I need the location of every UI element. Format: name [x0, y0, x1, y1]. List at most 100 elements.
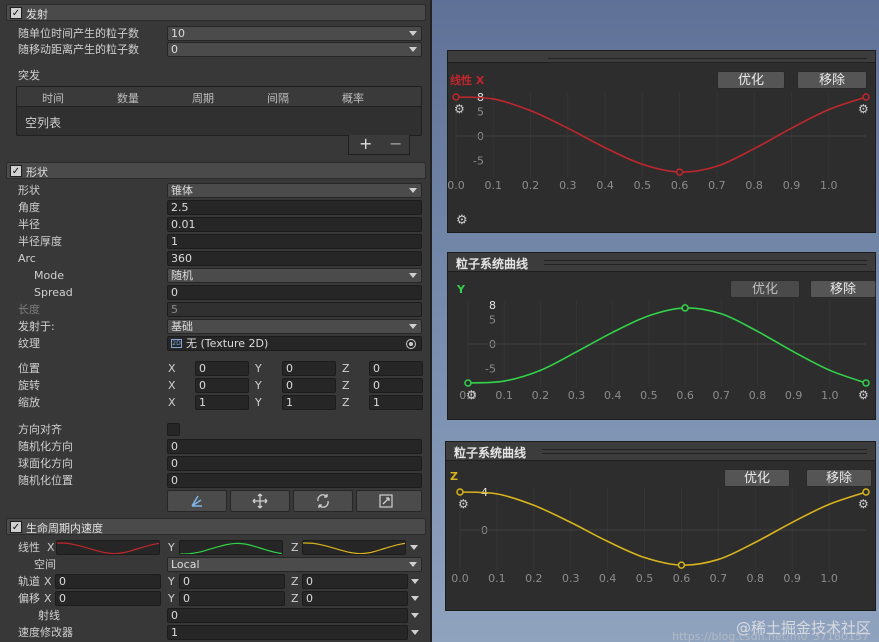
scale-z-input[interactable]: 1	[369, 395, 423, 410]
rotation-y-input[interactable]: 0	[282, 378, 336, 393]
curve-panel-y-titlebar[interactable]: 粒子系统曲线	[448, 253, 875, 272]
mode-dropdown[interactable]: 随机	[167, 268, 422, 283]
rate-over-time-field[interactable]: 10	[167, 26, 422, 41]
randomize-direction-input[interactable]: 0	[167, 439, 422, 454]
remove-button-z[interactable]: 移除	[806, 469, 872, 487]
emit-from-dropdown[interactable]: 基础	[167, 319, 422, 334]
x-tick-label: 0.6	[673, 572, 691, 585]
curve-panel-x: 线性 X 优化 移除 0.0 0.1 0.2 0.3 0.4 0.5 0.6 0.7 0.8 0.…	[447, 50, 877, 279]
position-y-input[interactable]: 0	[282, 361, 336, 376]
shape-section-header[interactable]: ✓ 形状	[6, 162, 426, 179]
space-dropdown[interactable]: Local	[167, 557, 422, 572]
curve-z-plot[interactable]: 0.00.10.20.30.40.50.60.70.80.91.040⚙⚙	[446, 486, 877, 596]
rate-over-distance-field[interactable]: 0	[167, 42, 422, 57]
bursts-label: 突发	[18, 69, 40, 82]
offset-z-input[interactable]: 0	[302, 591, 408, 606]
radius-input[interactable]: 0.01	[167, 217, 422, 232]
offset-mode-chevron-down-icon[interactable]	[411, 596, 419, 601]
remove-burst-button[interactable]: −	[389, 134, 402, 153]
linear-z-curve-field[interactable]	[302, 540, 406, 555]
curve-left-gear-icon: ⚙	[466, 388, 477, 402]
emission-enabled-checkbox[interactable]: ✓	[10, 7, 22, 19]
add-burst-button[interactable]: +	[359, 134, 372, 153]
offset-y-input[interactable]: 0	[179, 591, 285, 606]
speed-modifier-input[interactable]: 1	[167, 625, 408, 640]
velocity-enabled-checkbox[interactable]: ✓	[10, 521, 22, 533]
x-tick-label: 0.9	[783, 179, 801, 192]
randomize-position-input[interactable]: 0	[167, 473, 422, 488]
curve-left-gear-icon: ⚙	[454, 102, 465, 116]
texture-field[interactable]: 2D 无 (Texture 2D)	[167, 336, 422, 351]
curve-key	[456, 488, 464, 496]
scale-tool-button[interactable]	[356, 490, 422, 512]
x-tick-label: 0.0	[451, 572, 469, 585]
linear-x-mini-curve	[57, 542, 159, 554]
position-z-input[interactable]: 0	[369, 361, 423, 376]
arc-input[interactable]: 360	[167, 251, 422, 266]
orbital-x-input[interactable]: 0	[55, 574, 161, 589]
radial-mode-chevron-down-icon[interactable]	[411, 613, 419, 618]
radius-label: 半径	[18, 218, 40, 231]
curve-x-settings-gear-icon[interactable]: ⚙	[456, 213, 468, 228]
optimize-button-z[interactable]: 优化	[724, 469, 790, 487]
x-tick-label: 0.1	[495, 389, 513, 402]
remove-button-y[interactable]: 移除	[810, 280, 876, 298]
velocity-section-header[interactable]: ✓ 生命周期内速度	[6, 518, 426, 535]
curve-panel-y-title: 粒子系统曲线	[456, 257, 529, 271]
linear-y-curve-field[interactable]	[179, 540, 283, 555]
x-tick-label: 0.4	[604, 389, 622, 402]
shape-enabled-checkbox[interactable]: ✓	[10, 165, 22, 177]
x-tick-label: 0.2	[525, 572, 543, 585]
position-x-input[interactable]: 0	[195, 361, 249, 376]
remove-button-x[interactable]: 移除	[797, 71, 867, 89]
texture-value: 无 (Texture 2D)	[186, 337, 269, 350]
rotation-label: 旋转	[18, 379, 40, 392]
scale-y-input[interactable]: 1	[282, 395, 336, 410]
position-y-label: Y	[255, 362, 262, 375]
curve-right-gear-icon: ⚙	[858, 497, 869, 511]
inspector-panel: ✓ 发射 随单位时间产生的粒子数 10 随移动距离产生的粒子数 0 突发 时间 …	[0, 0, 432, 642]
object-picker-icon[interactable]	[406, 339, 416, 349]
bursts-footer: + −	[348, 134, 410, 155]
rotate-tool-button[interactable]	[293, 490, 353, 512]
scale-x-input[interactable]: 1	[195, 395, 249, 410]
curve-key	[464, 379, 472, 387]
burst-col-interval: 间隔	[267, 92, 289, 105]
angle-input[interactable]: 2.5	[167, 200, 422, 215]
curve-left-gear-icon: ⚙	[458, 497, 469, 511]
curve-panel-x-titlebar[interactable]	[448, 51, 875, 63]
radius-thickness-input[interactable]: 1	[167, 234, 422, 249]
curve-key	[862, 488, 870, 496]
spread-input[interactable]: 0	[167, 285, 422, 300]
rotation-x-input[interactable]: 0	[195, 378, 249, 393]
optimize-button-y[interactable]: 优化	[730, 280, 800, 298]
y-tick-label: -5	[485, 362, 496, 375]
shape-dropdown[interactable]: 锥体	[167, 183, 422, 198]
orbital-y-input[interactable]: 0	[179, 574, 285, 589]
curve-panel-z-titlebar[interactable]: 粒子系统曲线	[446, 442, 875, 461]
curve-x-plot[interactable]: 0.00.10.20.30.40.50.60.70.80.91.0850-5⚙⚙	[448, 89, 877, 204]
curve-y-plot[interactable]: 0.00.10.20.30.40.50.60.70.80.91.0850-5⚙⚙	[448, 299, 877, 419]
curve-right-gear-icon: ⚙	[858, 388, 869, 402]
optimize-button-x[interactable]: 优化	[717, 71, 785, 89]
emission-section-header[interactable]: ✓ 发射	[6, 4, 426, 21]
orbital-z-input[interactable]: 0	[302, 574, 408, 589]
curve-right-gear-icon: ⚙	[858, 102, 869, 116]
scale-y-label: Y	[255, 396, 262, 409]
edit-shape-tool-button[interactable]	[167, 490, 227, 512]
radial-input[interactable]: 0	[167, 608, 408, 623]
rotation-z-input[interactable]: 0	[369, 378, 423, 393]
speed-modifier-chevron-down-icon[interactable]	[411, 630, 419, 635]
move-tool-button[interactable]	[230, 490, 290, 512]
curve-y-axis-label: Y	[457, 283, 465, 296]
curve-key	[681, 304, 689, 312]
orbital-mode-chevron-down-icon[interactable]	[411, 579, 419, 584]
align-to-direction-checkbox[interactable]	[167, 423, 180, 436]
emission-title: 发射	[26, 8, 48, 21]
offset-x-input[interactable]: 0	[55, 591, 161, 606]
rotate-icon	[317, 494, 329, 508]
linear-x-curve-field[interactable]	[56, 540, 160, 555]
angle-label: 角度	[18, 201, 40, 214]
linear-mode-chevron-down-icon[interactable]	[410, 545, 418, 550]
spherize-direction-input[interactable]: 0	[167, 456, 422, 471]
